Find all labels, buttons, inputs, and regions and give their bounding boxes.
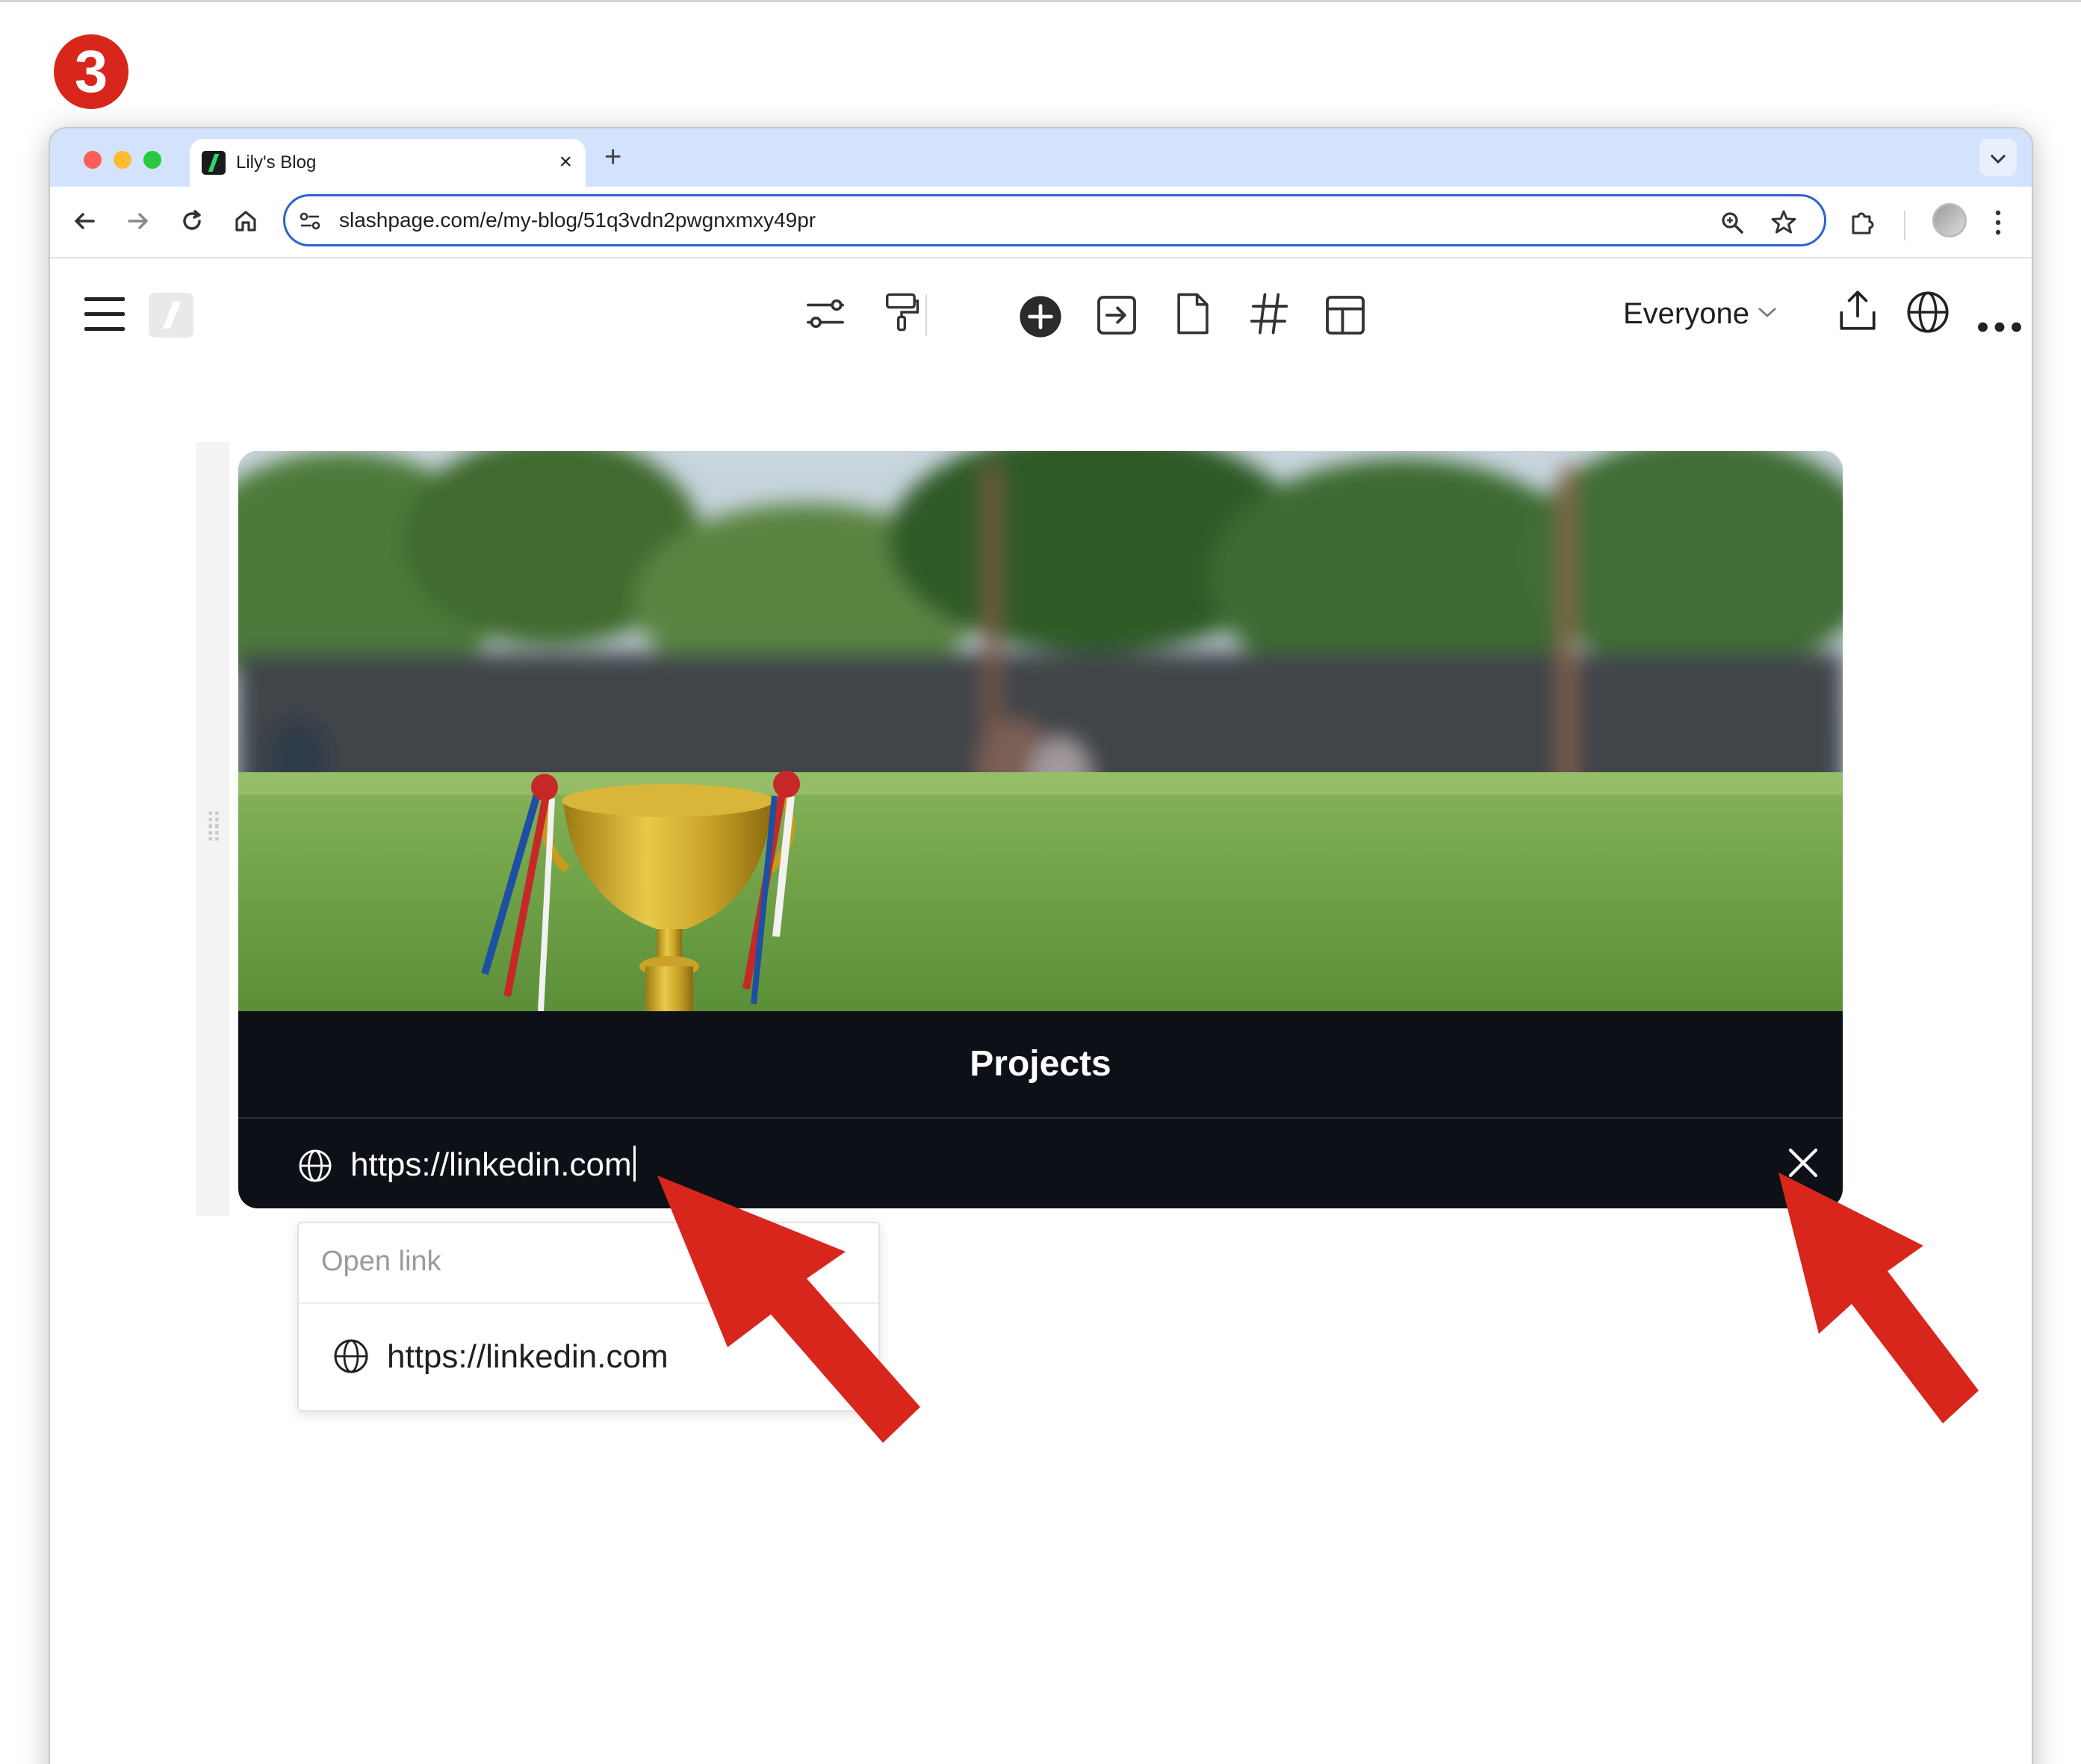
kebab-icon[interactable] (1994, 209, 2003, 236)
more-icon[interactable] (1977, 305, 2022, 350)
address-url[interactable]: slashpage.com/e/my-blog/51q3vdn2pwgnxmxy… (339, 208, 816, 232)
plus-circle-icon[interactable] (1018, 294, 1063, 339)
drag-handle-icon[interactable]: ⠿ ⠿ (205, 811, 223, 847)
new-tab-button[interactable]: + (604, 140, 621, 173)
annotation-arrow-close (1778, 1173, 1979, 1423)
close-window-button[interactable] (84, 151, 102, 169)
page-icon[interactable] (1170, 291, 1215, 336)
trophy-photo-illustration (238, 451, 1843, 1011)
step-badge: 3 (54, 34, 128, 109)
star-icon[interactable] (1770, 208, 1797, 235)
paint-roller-icon[interactable] (879, 290, 924, 335)
top-rule (0, 0, 2081, 2)
profile-avatar[interactable] (1932, 203, 1967, 237)
reload-icon[interactable] (179, 208, 205, 235)
hashtag-icon[interactable] (1247, 291, 1291, 336)
chevron-down-icon (1990, 154, 2006, 164)
tab-search-button[interactable] (1979, 139, 2017, 176)
export-icon[interactable] (1094, 293, 1139, 338)
popup-link-url: https://linkedin.com (387, 1338, 669, 1375)
cover-title[interactable]: Projects (238, 1011, 1843, 1117)
tab-lilys-blog[interactable]: Lily's Blog × (190, 139, 586, 187)
address-bar[interactable]: slashpage.com/e/my-blog/51q3vdn2pwgnxmxy… (283, 194, 1826, 246)
toolbar-divider (925, 294, 927, 336)
globe-icon (334, 1339, 368, 1373)
globe-icon[interactable] (1905, 290, 1950, 335)
home-icon[interactable] (232, 208, 259, 235)
zoom-icon[interactable] (1719, 210, 1745, 235)
tab-close-icon[interactable]: × (559, 149, 572, 175)
link-input[interactable]: https://linkedin.com (350, 1146, 636, 1184)
text-caret (633, 1146, 636, 1181)
back-icon[interactable] (71, 208, 98, 235)
cover-card: Projects https://linkedin.com (238, 451, 1843, 1208)
toolbar-divider (1904, 211, 1905, 240)
link-input-row: https://linkedin.com (238, 1119, 1843, 1208)
extensions-icon[interactable] (1849, 208, 1877, 236)
tab-title: Lily's Blog (236, 152, 317, 173)
minimize-window-button[interactable] (114, 151, 131, 169)
maximize-window-button[interactable] (143, 151, 161, 169)
forward-icon[interactable] (125, 208, 152, 235)
tab-bar: Lily's Blog × + (50, 128, 2032, 187)
slashpage-logo-icon[interactable] (149, 293, 193, 338)
link-input-value: https://linkedin.com (350, 1146, 632, 1183)
site-settings-icon[interactable] (299, 210, 321, 232)
annotation-arrow-input (657, 1176, 920, 1443)
browser-toolbar: slashpage.com/e/my-blog/51q3vdn2pwgnxmxy… (50, 187, 2032, 258)
hamburger-icon[interactable] (84, 297, 125, 332)
cover-block-area: ⠿ ⠿ Projects https://linkedin.com (196, 442, 1858, 1216)
chevron-down-icon[interactable] (1758, 306, 1777, 318)
visibility-dropdown[interactable]: Everyone (1623, 297, 1749, 331)
layout-icon[interactable] (1323, 293, 1368, 338)
globe-icon (299, 1149, 332, 1182)
share-icon[interactable] (1835, 288, 1880, 333)
filter-icon[interactable] (803, 291, 848, 336)
popup-header: Open link (321, 1246, 441, 1277)
slashpage-favicon-icon (202, 151, 226, 175)
cover-photo (238, 451, 1843, 1011)
